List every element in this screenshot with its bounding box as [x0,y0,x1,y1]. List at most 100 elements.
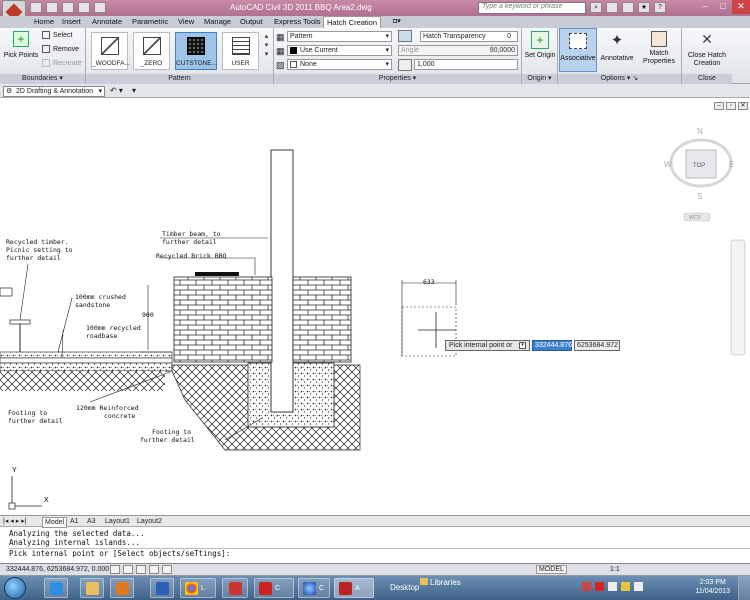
viewcube[interactable]: TOP N S E W WCS [664,127,734,222]
compass-s[interactable]: S [697,192,702,201]
annotation-scale[interactable]: 1:1 [610,566,620,573]
volume-icon[interactable] [634,582,643,591]
picnic-setting[interactable] [9,319,31,325]
bbq-plate[interactable] [195,272,239,276]
label-reinforced-concrete[interactable]: 120mm Reinforced [76,404,139,412]
drawing-svg[interactable]: Recycled timber. Picnic setting to furth… [0,98,750,516]
background-color-select[interactable]: None ▾ [287,59,392,70]
help-icon[interactable]: ? [654,2,666,13]
word-taskbar-button[interactable] [150,578,174,598]
tab-output[interactable]: Output [240,16,263,28]
system-clock[interactable]: 2:03 PM 11/04/2013 [695,578,730,596]
search-icon[interactable]: ⌕ [590,2,602,13]
maximize-icon[interactable]: □ [714,0,732,14]
libraries-toolbar[interactable]: Libraries [420,578,461,587]
tab-a3[interactable]: A3 [87,517,96,526]
tab-a1[interactable]: A1 [70,517,79,526]
command-line[interactable]: Analyzing the selected data... Analyzing… [0,528,750,564]
sandstone-layer[interactable] [0,351,173,359]
select-button[interactable]: Select [42,31,72,39]
undo-icon[interactable] [78,2,90,13]
brick-bbq-left[interactable] [173,276,273,363]
minimize-icon[interactable]: – [696,0,714,14]
compass-n[interactable]: N [697,127,703,136]
panel-title-properties[interactable]: Properties ▾ [274,74,521,84]
picnic-seat[interactable] [0,287,13,297]
tab-annotate[interactable]: Annotate [92,16,122,28]
dimension-633[interactable]: 633 [423,278,435,286]
pdf-taskbar-button[interactable]: C [254,578,294,598]
grid-icon[interactable] [123,565,133,574]
panel-title-options[interactable]: Options ▾ ↘ [558,74,681,84]
scale-field[interactable]: 1,000 [414,59,518,70]
tab-view[interactable]: View [178,16,194,28]
label-recycled-timber[interactable]: Recycled timber. [6,238,69,246]
hatch-color-select[interactable]: Use Current ▾ [287,45,392,56]
dimension-900[interactable]: 900 [142,311,154,319]
drawing-minimize-icon[interactable]: – [714,102,724,110]
ie-taskbar-button[interactable] [44,578,68,598]
tray-antivirus-icon[interactable] [595,582,604,591]
timber-post[interactable] [270,149,294,413]
hatch-type-select[interactable]: Pattern ▾ [287,31,392,42]
search-input[interactable]: Type a keyword or phrase [478,2,586,14]
tray-app-icon[interactable] [582,582,591,591]
save-icon[interactable] [62,2,74,13]
label-timber-beam[interactable]: Timber beam, to [162,230,221,238]
drawing-canvas[interactable]: Recycled timber. Picnic setting to furth… [0,98,750,516]
layout-nav-arrows[interactable]: |◂ ◂ ▸ ▸| [3,517,27,526]
tab-model[interactable]: Model [42,517,68,528]
pick-points-button[interactable]: + Pick Points [3,31,39,59]
new-icon[interactable] [30,2,42,13]
compass-w[interactable]: W [664,160,672,169]
tab-express-tools[interactable]: Express Tools [274,16,321,28]
brick-bbq-right[interactable] [292,276,352,363]
associative-button[interactable]: Associative [559,28,597,72]
polar-icon[interactable] [149,565,159,574]
match-properties-button[interactable]: Match Properties [638,31,680,66]
drawing-restore-icon[interactable]: ▫ [726,102,736,110]
google-earth-taskbar-button[interactable]: C [298,578,330,598]
annotative-button[interactable]: ✦ Annotative [598,31,636,62]
undo-dropdown-icon[interactable]: ↶ ▾ [110,86,123,95]
close-window-icon[interactable]: ✕ [732,0,750,14]
panel-title-origin[interactable]: Origin ▾ [522,74,557,84]
pattern-scroll-arrows[interactable]: ▴ ▾ ▾ [262,32,271,70]
label-crushed-sandstone[interactable]: 100mm crushed [75,293,126,301]
show-desktop-button[interactable] [738,576,750,600]
dynamic-input-x[interactable]: 332444.876 [532,340,572,351]
remove-button[interactable]: Remove [42,45,79,53]
tray-network-icon[interactable] [608,582,617,591]
coordinate-readout[interactable]: 332444.876, 6253684.972, 0.000 [6,566,109,573]
tab-insert[interactable]: Insert [62,16,81,28]
tab-parametric[interactable]: Parametric [132,16,168,28]
app-taskbar-button[interactable] [222,578,248,598]
command-prompt[interactable]: Pick internal point or [Select objects/s… [9,549,750,559]
subscription-icon[interactable] [606,2,618,13]
panel-title-boundaries[interactable]: Boundaries ▾ [0,74,85,84]
close-hatch-creation-button[interactable]: ✕ Close Hatch Creation [683,31,731,68]
ortho-icon[interactable] [136,565,146,574]
favorites-icon[interactable]: ★ [638,2,650,13]
tab-manage[interactable]: Manage [204,16,231,28]
down-arrow-icon[interactable]: ▾ [519,342,526,349]
desktop-toolbar[interactable]: Desktop [390,583,419,592]
transparency-icon[interactable] [398,30,412,42]
pattern-swatch-zero[interactable]: _ZERO [133,32,170,70]
pattern-swatch-cutstone[interactable]: CUTSTONE... [175,32,217,70]
tab-hatch-creation[interactable]: Hatch Creation [323,16,382,28]
tab-home[interactable]: Home [34,16,54,28]
open-icon[interactable] [46,2,58,13]
explorer-taskbar-button[interactable] [80,578,104,598]
communication-icon[interactable] [622,2,634,13]
autocad-taskbar-button[interactable]: A [334,578,374,598]
ribbon-minimize-icon[interactable]: ◘▾ [393,16,401,28]
start-button[interactable] [4,577,26,599]
angle-field[interactable]: Angle 90,0000 [398,45,518,56]
concrete-slab[interactable] [0,362,173,372]
label-recycled-brick[interactable]: Recycled Brick BBQ [156,252,227,260]
osnap-icon[interactable] [162,565,172,574]
model-space-toggle[interactable]: MODEL [536,565,567,574]
navigation-bar[interactable] [730,239,746,356]
roadbase-layer[interactable] [0,357,173,364]
